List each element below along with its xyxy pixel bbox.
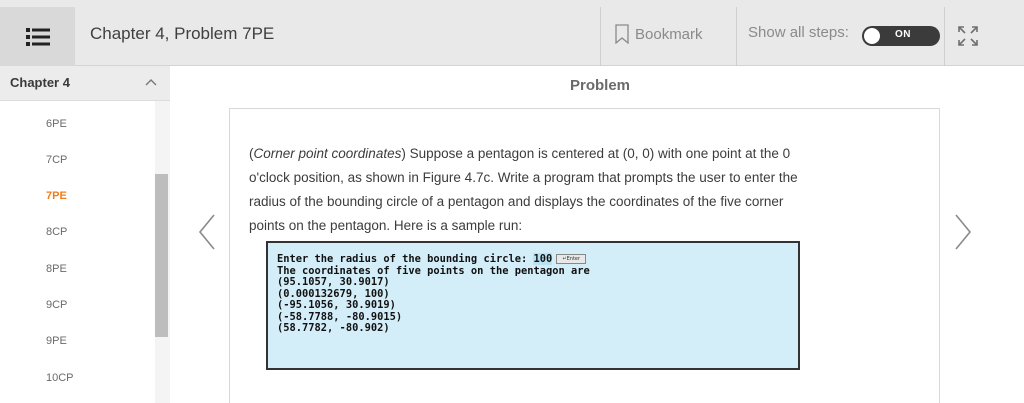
console-output-line: (-95.1056, 30.9019) (277, 299, 396, 311)
problem-list (0, 101, 155, 403)
menu-button[interactable] (0, 7, 75, 66)
sidebar-item-6pe[interactable]: 6PE (46, 118, 67, 130)
toggle-state-label: ON (895, 29, 911, 40)
show-all-steps-label: Show all steps: (748, 24, 849, 41)
sidebar-item-7pe[interactable]: 7PE (46, 190, 67, 202)
bookmark-button[interactable]: Bookmark (615, 22, 703, 46)
chapter-problem-title: Chapter 4, Problem 7PE (90, 24, 275, 43)
toggle-knob (864, 28, 880, 44)
sidebar-item-8pe[interactable]: 8PE (46, 263, 67, 275)
problem-line-2: o'clock position, as shown in Figure 4.7… (249, 170, 798, 185)
sidebar-item-10cp[interactable]: 10CP (46, 372, 74, 384)
console-output-line: (95.1057, 30.9017) (277, 276, 390, 288)
previous-problem-button[interactable] (196, 212, 218, 252)
show-all-steps-toggle[interactable]: ON (862, 26, 940, 46)
sidebar-item-9cp[interactable]: 9CP (46, 299, 67, 311)
chevron-right-icon (955, 214, 972, 250)
sidebar-item-9pe[interactable]: 9PE (46, 335, 67, 347)
sidebar-item-8cp[interactable]: 8CP (46, 226, 67, 238)
sample-run-console: Enter the radius of the bounding circle:… (266, 241, 800, 370)
next-problem-button[interactable] (952, 212, 974, 252)
problem-heading: Problem (569, 77, 630, 94)
expand-icon (958, 26, 978, 46)
bookmark-label: Bookmark (635, 25, 703, 43)
console-prompt-line: Enter the radius of the bounding circle:… (277, 253, 798, 266)
chapter-selector[interactable]: Chapter 4 (0, 66, 170, 101)
problem-statement: (Corner point coordinates) Suppose a pen… (249, 142, 909, 238)
toolbar-divider (600, 7, 601, 66)
list-menu-icon (25, 27, 50, 46)
chapter-sidebar: Chapter 4 (0, 66, 170, 403)
expand-button[interactable] (956, 24, 980, 48)
chapter-label: Chapter 4 (10, 75, 70, 90)
toolbar-divider (736, 7, 737, 66)
problem-line-1: (Corner point coordinates) Suppose a pen… (249, 146, 791, 161)
sidebar-scrollbar-thumb[interactable] (155, 174, 168, 337)
sidebar-item-7cp[interactable]: 7CP (46, 154, 67, 166)
chevron-up-icon (145, 79, 157, 86)
problem-line-3: radius of the bounding circle of a penta… (249, 194, 784, 209)
console-user-input: 100 (533, 253, 553, 265)
enter-key-icon: ↵Enter (556, 254, 587, 264)
bookmark-icon (615, 24, 629, 44)
chevron-left-icon (198, 214, 215, 250)
toolbar-divider (944, 7, 945, 66)
console-output-line: (58.7782, -80.902) (277, 322, 390, 334)
problem-topic: Corner point coordinates (253, 146, 402, 161)
problem-line-4: points on the pentagon. Here is a sample… (249, 218, 523, 233)
